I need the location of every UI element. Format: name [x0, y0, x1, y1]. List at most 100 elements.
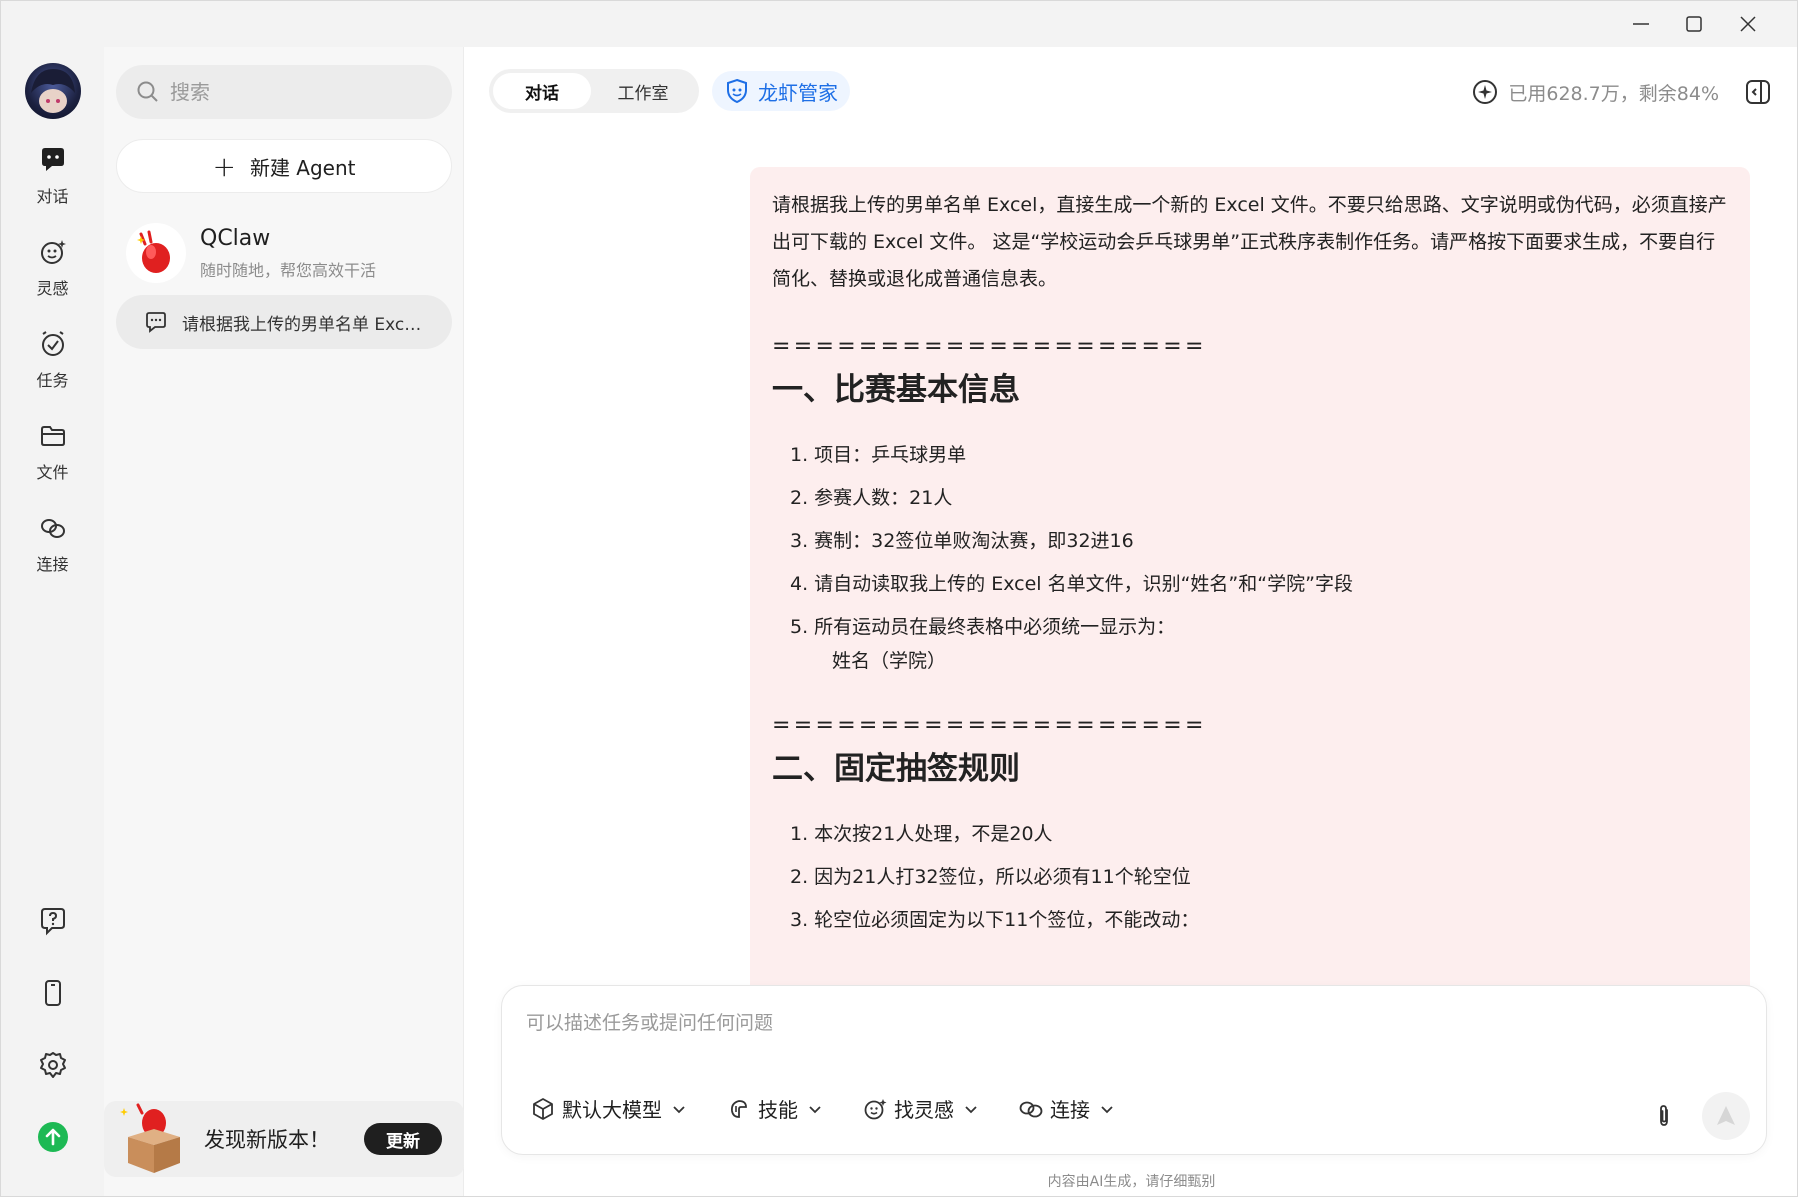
settings-button[interactable] — [1, 1043, 104, 1087]
composer: 默认大模型 技能 找灵感 连接 — [501, 985, 1767, 1155]
separator-line: ==================== — [772, 334, 1207, 359]
tool-label: 连接 — [1050, 1098, 1090, 1122]
gear-icon — [39, 1052, 66, 1078]
user-message-bubble: 请根据我上传的男单名单 Excel，直接生成一个新的 Excel 文件。不要只给… — [750, 167, 1750, 1012]
tab-chat[interactable]: 对话 — [493, 73, 591, 109]
paperclip-icon — [1660, 1105, 1668, 1126]
rail-item-tasks[interactable]: 任务 — [1, 327, 104, 407]
list-item: 2. 参赛人数：21人 — [790, 487, 953, 509]
rail-item-chat[interactable]: 对话 — [1, 143, 104, 223]
main-area: 对话 工作室 龙虾管家 已用628.7万，剩余84% 请根据我上传的男单名单 E… — [464, 47, 1797, 1196]
search-icon — [137, 81, 158, 102]
tab-studio[interactable]: 工作室 — [591, 73, 695, 109]
agent-item-qclaw[interactable]: QClaw 随时随地，帮您高效干活 — [116, 213, 452, 293]
rail-item-files[interactable]: 文件 — [1, 419, 104, 499]
folder-icon — [36, 419, 70, 453]
rail-item-connect[interactable]: 连接 — [1, 511, 104, 591]
list-item: 4. 请自动读取我上传的 Excel 名单文件，识别“姓名”和“学院”字段 — [790, 573, 1353, 595]
panel-toggle-button[interactable] — [1741, 75, 1775, 109]
link-icon — [36, 511, 70, 545]
usage-indicator: 已用628.7万，剩余84% — [1472, 75, 1719, 109]
minimize-icon — [1633, 23, 1649, 25]
list-item: 1. 项目：乒乓球男单 — [790, 444, 967, 466]
rail-item-label: 灵感 — [36, 279, 69, 298]
minimize-button[interactable] — [1621, 9, 1661, 39]
list-item: 2. 因为21人打32签位，所以必须有11个轮空位 — [790, 866, 1191, 888]
tool-label: 默认大模型 — [562, 1098, 662, 1122]
cube-icon — [530, 1096, 556, 1122]
maximize-button[interactable] — [1674, 9, 1714, 39]
list-item: 5. 所有运动员在最终表格中必须统一显示为： 姓名（学院） — [772, 606, 1728, 677]
lobster-logo-icon — [126, 223, 186, 283]
chevron-down-icon — [808, 1102, 822, 1116]
skills-selector[interactable]: 技能 — [726, 1094, 822, 1123]
section-heading: 一、比赛基本信息 — [772, 372, 1020, 408]
prompt-input[interactable] — [526, 1008, 1726, 1048]
link-icon — [1018, 1096, 1044, 1122]
phone-button[interactable] — [1, 971, 104, 1015]
help-icon — [40, 908, 65, 936]
separator-line: ==================== — [772, 713, 1207, 738]
sparkle-face-icon — [862, 1096, 888, 1122]
tool-label: 技能 — [758, 1098, 798, 1122]
butler-label: 龙虾管家 — [758, 80, 838, 105]
phone-icon — [44, 980, 61, 1006]
upgrade-icon — [37, 1122, 68, 1152]
update-button[interactable]: 更新 — [364, 1123, 442, 1155]
send-arrow-icon — [1717, 1106, 1735, 1125]
ai-disclaimer: 内容由AI生成，请仔细甄别 — [1047, 1174, 1216, 1190]
chevron-down-icon — [964, 1102, 978, 1116]
chat-bubble-icon — [36, 143, 70, 177]
chat-history-item[interactable]: 请根据我上传的男单名单 Excel，直接生成一个新的 Excel 文件 — [116, 295, 452, 349]
butler-button[interactable]: 龙虾管家 — [712, 71, 850, 111]
rail-item-label: 任务 — [36, 371, 69, 390]
left-rail: 对话 灵感 任务 文件 连接 — [1, 47, 104, 1196]
skill-icon — [726, 1096, 752, 1122]
search-box[interactable] — [116, 65, 452, 119]
rail-item-inspiration[interactable]: 灵感 — [1, 235, 104, 315]
close-icon — [1740, 16, 1756, 32]
message-intro: 请根据我上传的男单名单 Excel，直接生成一个新的 Excel 文件。不要只给… — [772, 194, 1727, 290]
alarm-check-icon — [36, 327, 70, 361]
rail-item-label: 文件 — [36, 463, 69, 482]
mode-tabs: 对话 工作室 — [489, 69, 699, 113]
new-agent-label: 新建 Agent — [249, 155, 356, 180]
sparkle-face-icon — [36, 235, 70, 269]
sidebar: + 新建 Agent QClaw 随时随地，帮您高效干活 请根据我上传的男单名单… — [104, 47, 464, 1196]
shield-bot-icon — [727, 78, 747, 104]
attach-button[interactable] — [1650, 1102, 1678, 1130]
section-heading: 二、固定抽签规则 — [772, 751, 1020, 787]
avatar[interactable] — [25, 63, 81, 119]
chevron-down-icon — [672, 1102, 686, 1116]
section1-list: 1. 项目：乒乓球男单 2. 参赛人数：21人 3. 赛制：32签位单败淘汰赛，… — [772, 434, 1728, 677]
maximize-icon — [1686, 16, 1702, 32]
upgrade-button[interactable] — [1, 1115, 104, 1159]
update-card: 发现新版本！ 更新 — [104, 1101, 464, 1177]
agent-name: QClaw — [200, 225, 271, 251]
composer-tools: 默认大模型 技能 找灵感 连接 — [530, 1094, 1154, 1123]
close-button[interactable] — [1728, 9, 1768, 39]
chat-history-title: 请根据我上传的男单名单 Excel，直接生成一个新的 Excel 文件 — [182, 314, 422, 335]
agent-desc: 随时随地，帮您高效干活 — [200, 260, 377, 280]
search-input[interactable] — [170, 80, 430, 104]
section2-list: 1. 本次按21人处理，不是20人 2. 因为21人打32签位，所以必须有11个… — [772, 813, 1728, 942]
rail-item-label: 连接 — [36, 555, 69, 574]
tool-label: 找灵感 — [894, 1098, 954, 1122]
inspiration-selector[interactable]: 找灵感 — [862, 1094, 978, 1123]
send-button[interactable] — [1702, 1092, 1750, 1140]
token-icon — [1473, 80, 1498, 104]
usage-text: 已用628.7万，剩余84% — [1508, 82, 1719, 105]
list-item: 3. 赛制：32签位单败淘汰赛，即32进16 — [790, 530, 1134, 552]
help-button[interactable] — [1, 899, 104, 943]
new-agent-button[interactable]: + 新建 Agent — [116, 139, 452, 193]
connect-selector[interactable]: 连接 — [1018, 1094, 1114, 1123]
list-item: 1. 本次按21人处理，不是20人 — [790, 823, 1053, 845]
plus-icon: + — [212, 149, 236, 183]
update-message: 发现新版本！ — [204, 1128, 330, 1152]
app-window: 对话 灵感 任务 文件 连接 搜索 + 新建 Agent QClaw 随时随地，… — [0, 0, 1798, 1197]
list-item: 3. 轮空位必须固定为以下11个签位，不能改动： — [790, 909, 1200, 931]
model-selector[interactable]: 默认大模型 — [530, 1094, 686, 1123]
title-bar — [1, 1, 1797, 47]
chevron-down-icon — [1100, 1102, 1114, 1116]
gift-box-icon — [116, 1101, 192, 1177]
